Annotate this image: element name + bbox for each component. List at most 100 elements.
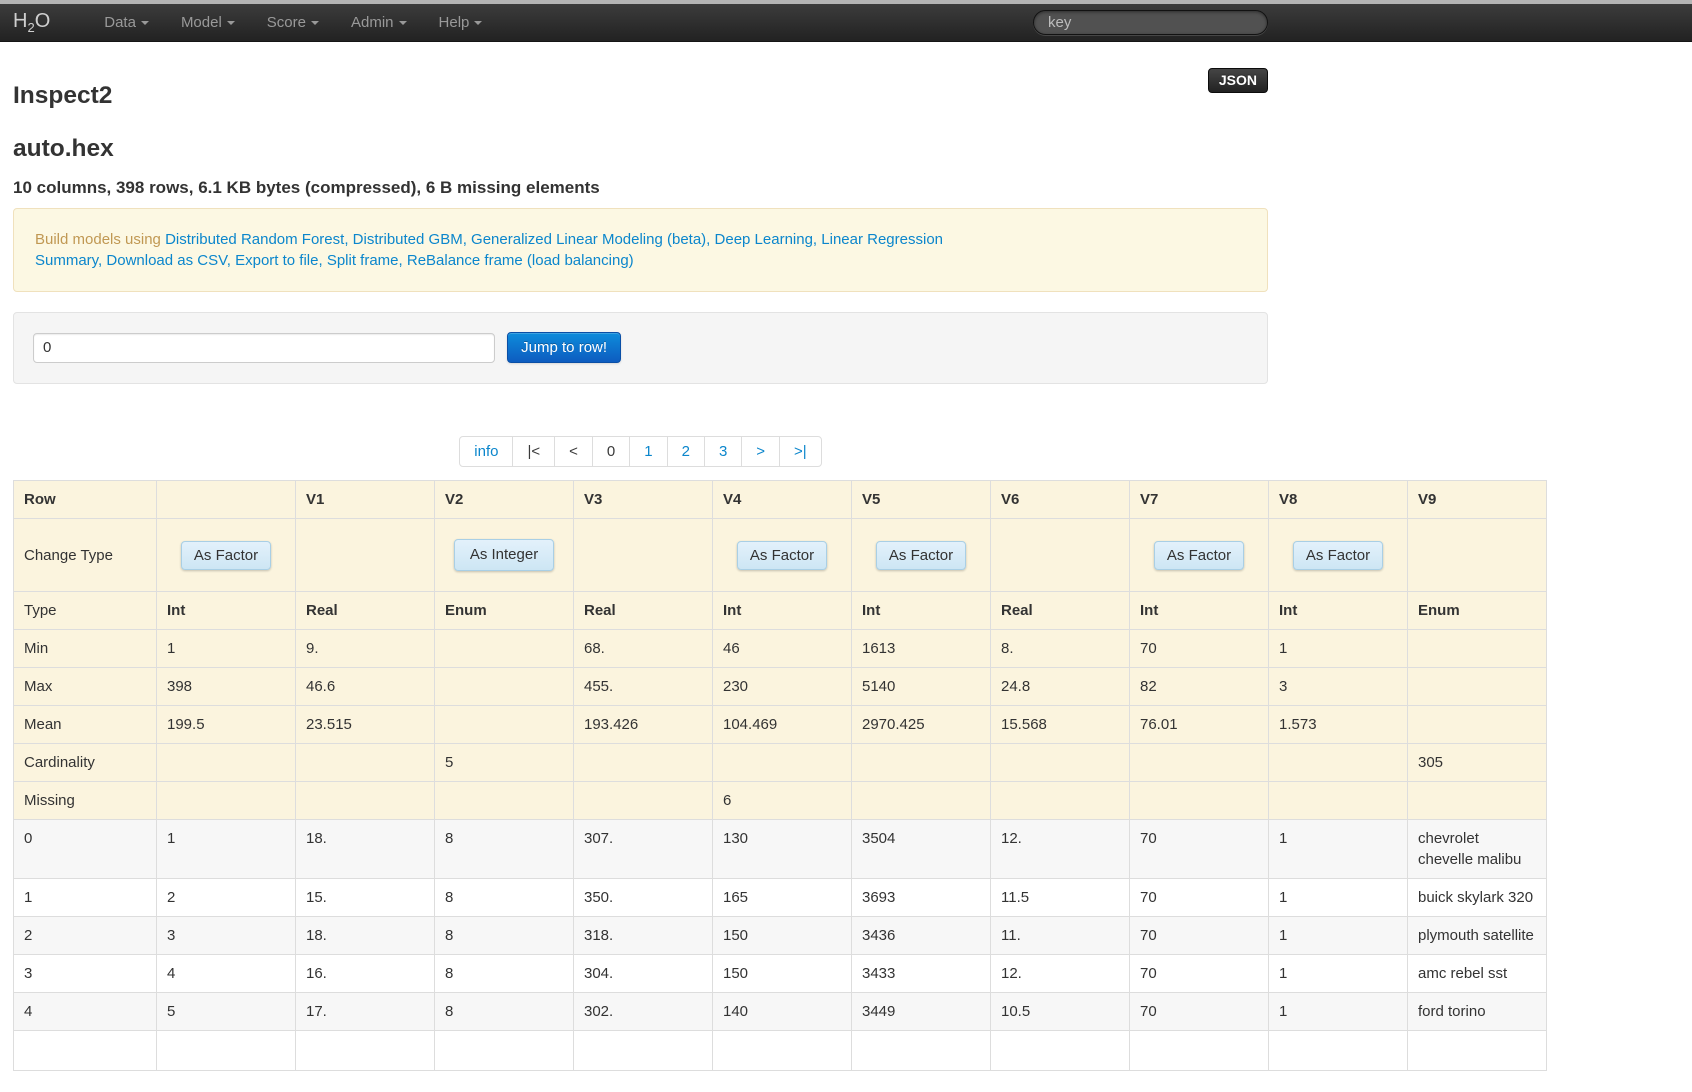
stat-cell: 199.5 [156,705,296,744]
stat-cell: Int [851,591,991,630]
stat-cell: 104.469 [712,705,852,744]
data-cell: 12. [990,819,1130,879]
change-type-cell: As Integer [434,518,574,592]
table-row: 2 3 18. 8 318. 150 3436 11. 70 1 plymouth satellit… [13,916,1547,955]
as-factor-button[interactable]: As Factor [180,540,272,570]
nav-menu-model[interactable]: Model [165,5,251,40]
stat-cell [156,743,296,782]
nav-menu-help[interactable]: Help [423,5,499,40]
row-label: Type [13,591,157,630]
data-cell: 18. [295,916,435,955]
data-cell: 70 [1129,916,1269,955]
pagination-page-2[interactable]: 2 [666,437,704,466]
pagination-page-1[interactable]: 1 [629,437,666,466]
as-factor-button[interactable]: As Factor [736,540,828,570]
action-links-line: Summary, Download as CSV, Export to file… [35,250,1246,271]
stat-cell: Real [573,591,713,630]
data-cell: 17. [295,992,435,1031]
data-cell: 3436 [851,916,991,955]
chevron-down-icon [474,21,483,25]
pagination: info |< <0 1 2 3 > >| [13,436,1268,471]
pagination-page-3[interactable]: 3 [703,437,741,466]
stat-cell: 398 [156,667,296,706]
table-row: 1 2 15. 8 350. 165 3693 11.5 70 1 buick skylark 32… [13,878,1547,917]
row-index: 2 [13,916,157,955]
link-rebalance-frame-load-balancing[interactable]: ReBalance frame (load balancing) [407,252,634,269]
as-integer-button[interactable]: As Integer [454,539,554,571]
data-cell [13,1030,157,1071]
data-cell: 140 [712,992,852,1031]
data-cell: 15. [295,878,435,917]
as-factor-button[interactable]: As Factor [1292,540,1384,570]
row-index: 1 [13,878,157,917]
data-cell: 16. [295,954,435,993]
stat-cell: 1.573 [1268,705,1408,744]
column-header-v7: V7 [1129,480,1269,519]
stat-cell: Int [712,591,852,630]
column-header-v5: V5 [851,480,991,519]
stat-cell [990,743,1130,782]
link-deep-learning[interactable]: Deep Learning, [715,231,818,248]
chevron-down-icon [310,21,319,25]
link-distributed-gbm[interactable]: Distributed GBM, [353,231,467,248]
frame-name: auto.hex [13,135,114,162]
stat-cell: 15.568 [990,705,1130,744]
link-generalized-linear-modeling-beta[interactable]: Generalized Linear Modeling (beta), [471,231,710,248]
data-cell: 350. [573,878,713,917]
stat-cell: 70 [1129,629,1269,668]
json-button[interactable]: JSON [1207,68,1268,93]
pagination-next[interactable]: > [741,437,779,466]
stat-cell [1407,781,1547,820]
table-row-partial [13,1030,1547,1071]
data-cell: 1 [156,819,296,879]
link-download-as-csv[interactable]: Download as CSV, [106,252,231,269]
link-split-frame[interactable]: Split frame, [327,252,403,269]
stat-cell: 24.8 [990,667,1130,706]
data-cell: 8 [434,954,574,993]
link-distributed-random-forest[interactable]: Distributed Random Forest, [165,231,348,248]
stat-cell: Enum [1407,591,1547,630]
stat-cell [1268,743,1408,782]
row-number-input[interactable] [33,332,495,363]
chevron-down-icon [140,21,149,25]
change-type-cell [1407,518,1547,592]
data-table: Row V1 V2 V3 V4 V5 V6 V7 V8 V9 Change Type As Facto… [13,480,1547,1071]
data-cell: 130 [712,819,852,879]
change-type-cell: As Factor [851,518,991,592]
table-header-row: Row V1 V2 V3 V4 V5 V6 V7 V8 V9 [13,480,1547,519]
stat-row-mean: Mean 199.5 23.515 193.426 104.469 2970.425 15.… [13,705,1547,744]
stat-cell: 23.515 [295,705,435,744]
data-cell: 70 [1129,954,1269,993]
link-export-to-file[interactable]: Export to file, [235,252,323,269]
stat-cell [1407,705,1547,744]
data-cell: 8 [434,916,574,955]
stat-cell [295,781,435,820]
stat-cell [1129,781,1269,820]
jump-to-row-button[interactable]: Jump to row! [507,332,622,363]
link-summary[interactable]: Summary, [35,252,102,269]
h2o-logo[interactable]: H2O [13,10,50,35]
link-linear-regression[interactable]: Linear Regression [821,231,943,248]
nav-menu-list: Data Model Score Admin Help [88,5,498,40]
nav-menu-score[interactable]: Score [251,5,335,40]
nav-menu-data[interactable]: Data [88,5,165,40]
pagination-info[interactable]: info [460,437,512,466]
stat-cell [573,781,713,820]
change-type-cell: As Factor [712,518,852,592]
as-factor-button[interactable]: As Factor [1153,540,1245,570]
data-cell: 1 [1268,878,1408,917]
stat-cell: 82 [1129,667,1269,706]
page-title: Inspect2 [13,82,113,109]
data-cell: 3449 [851,992,991,1031]
search-input[interactable] [1033,10,1268,35]
row-label: Change Type [13,518,157,592]
pagination-last[interactable]: >| [779,437,821,466]
data-cell [1407,1030,1547,1071]
as-factor-button[interactable]: As Factor [875,540,967,570]
nav-menu-admin[interactable]: Admin [335,5,423,40]
stat-cell: 193.426 [573,705,713,744]
data-cell: 8 [434,819,574,879]
change-type-cell [295,518,435,592]
stat-cell: 1613 [851,629,991,668]
data-cell [295,1030,435,1071]
